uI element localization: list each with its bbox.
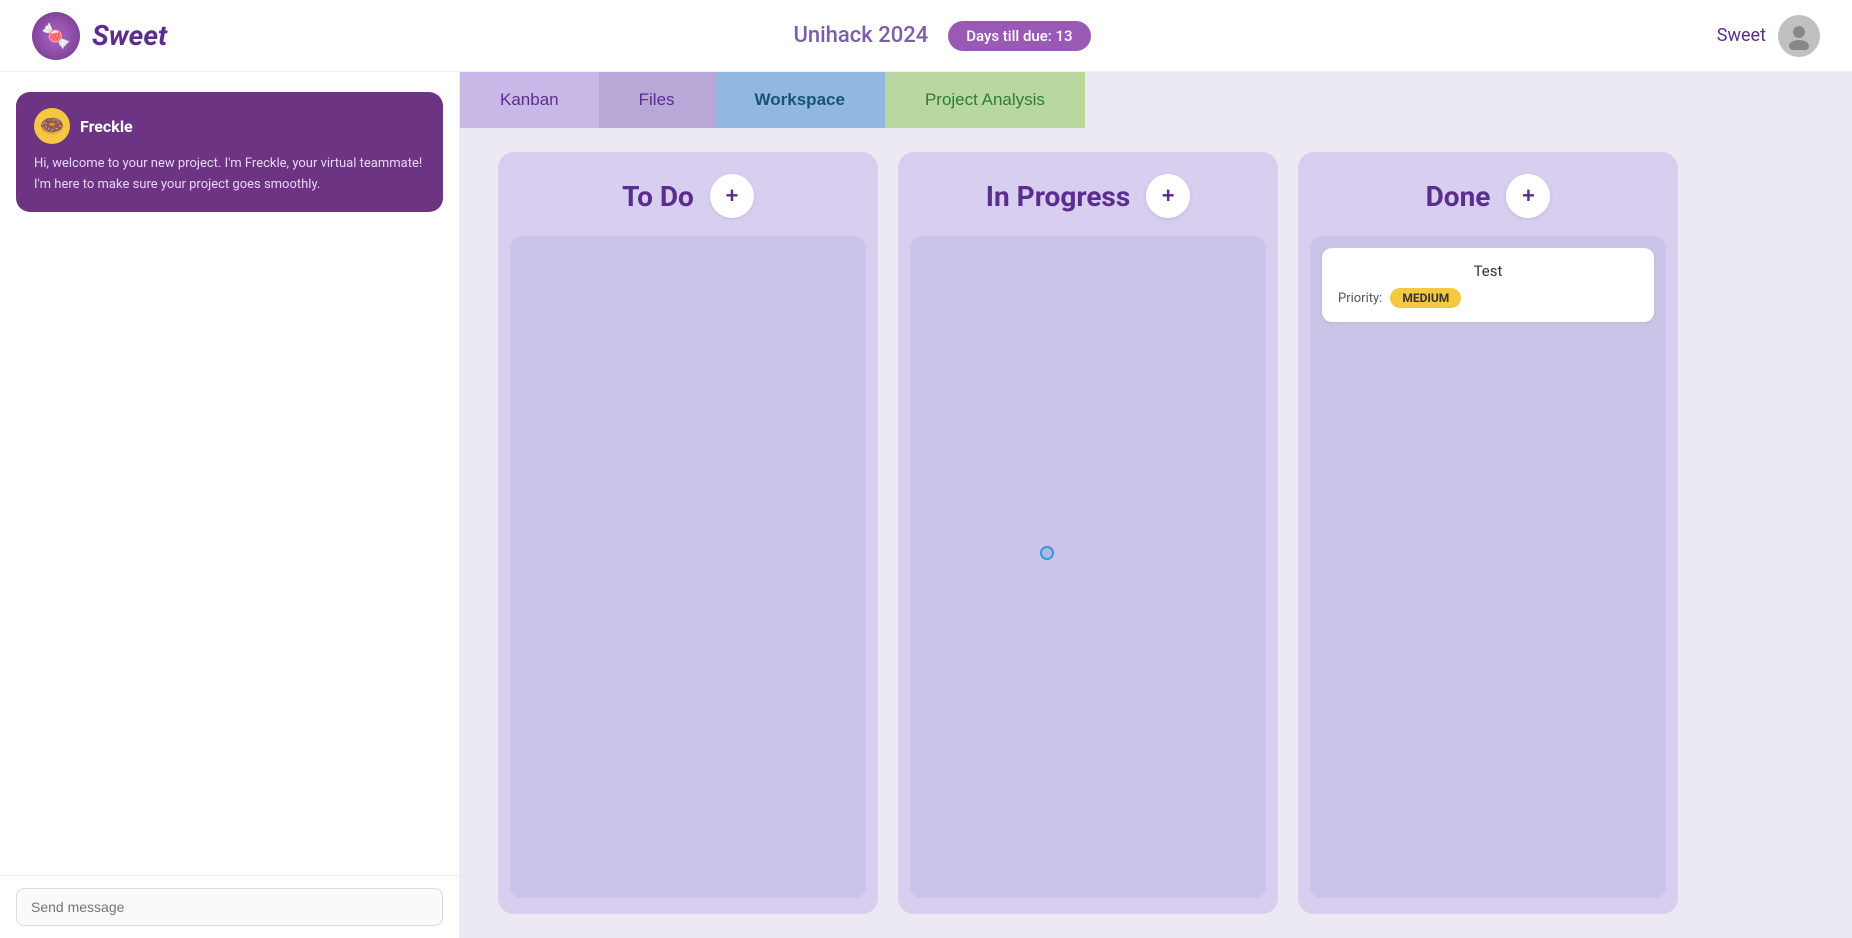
add-todo-button[interactable]: + xyxy=(710,174,754,218)
tab-kanban[interactable]: Kanban xyxy=(460,72,599,128)
column-todo-body xyxy=(510,236,866,898)
column-done: Done + Test Priority: MEDIUM xyxy=(1298,152,1678,914)
content-area: Kanban Files Workspace Project Analysis … xyxy=(460,72,1852,938)
logo-text: Sweet xyxy=(92,19,167,52)
column-done-header: Done + xyxy=(1298,152,1678,236)
app-header: 🍬 Sweet Unihack 2024 Days till due: 13 S… xyxy=(0,0,1852,72)
task-card-meta: Priority: MEDIUM xyxy=(1338,288,1638,308)
main-layout: 🍩 Freckle Hi, welcome to your new projec… xyxy=(0,72,1852,938)
column-in-progress: In Progress + xyxy=(898,152,1278,914)
task-card-title: Test xyxy=(1338,262,1638,280)
user-name: Sweet xyxy=(1717,25,1766,46)
priority-badge: MEDIUM xyxy=(1390,288,1461,308)
user-avatar[interactable] xyxy=(1778,15,1820,57)
column-in-progress-title: In Progress xyxy=(986,180,1130,213)
tab-files[interactable]: Files xyxy=(599,72,715,128)
header-center: Unihack 2024 Days till due: 13 xyxy=(793,21,1090,51)
task-card-test[interactable]: Test Priority: MEDIUM xyxy=(1322,248,1654,322)
column-done-title: Done xyxy=(1426,180,1491,213)
priority-label: Priority: xyxy=(1338,291,1382,306)
tabs: Kanban Files Workspace Project Analysis xyxy=(460,72,1852,128)
chat-input-area xyxy=(0,875,459,938)
bot-avatar: 🍩 xyxy=(34,108,70,144)
column-todo-header: To Do + xyxy=(498,152,878,236)
chat-bot-card: 🍩 Freckle Hi, welcome to your new projec… xyxy=(16,92,443,212)
column-in-progress-body xyxy=(910,236,1266,898)
add-done-button[interactable]: + xyxy=(1506,174,1550,218)
logo-area: 🍬 Sweet xyxy=(32,12,167,60)
chat-spacer xyxy=(0,224,459,875)
kanban-board: To Do + In Progress + xyxy=(460,128,1852,938)
chat-input[interactable] xyxy=(16,888,443,926)
tab-workspace[interactable]: Workspace xyxy=(715,72,885,128)
bot-name: Freckle xyxy=(80,117,133,136)
logo-icon: 🍬 xyxy=(32,12,80,60)
tab-project-analysis[interactable]: Project Analysis xyxy=(885,72,1085,128)
sidebar: 🍩 Freckle Hi, welcome to your new projec… xyxy=(0,72,460,938)
add-in-progress-button[interactable]: + xyxy=(1146,174,1190,218)
days-badge: Days till due: 13 xyxy=(948,21,1090,51)
cursor-dot xyxy=(1040,546,1054,560)
header-user: Sweet xyxy=(1717,15,1820,57)
column-todo: To Do + xyxy=(498,152,878,914)
column-todo-title: To Do xyxy=(622,180,694,213)
chat-bot-header: 🍩 Freckle xyxy=(34,108,425,144)
column-done-body: Test Priority: MEDIUM xyxy=(1310,236,1666,898)
project-title: Unihack 2024 xyxy=(793,23,928,48)
column-in-progress-header: In Progress + xyxy=(898,152,1278,236)
bot-message: Hi, welcome to your new project. I'm Fre… xyxy=(34,154,425,196)
